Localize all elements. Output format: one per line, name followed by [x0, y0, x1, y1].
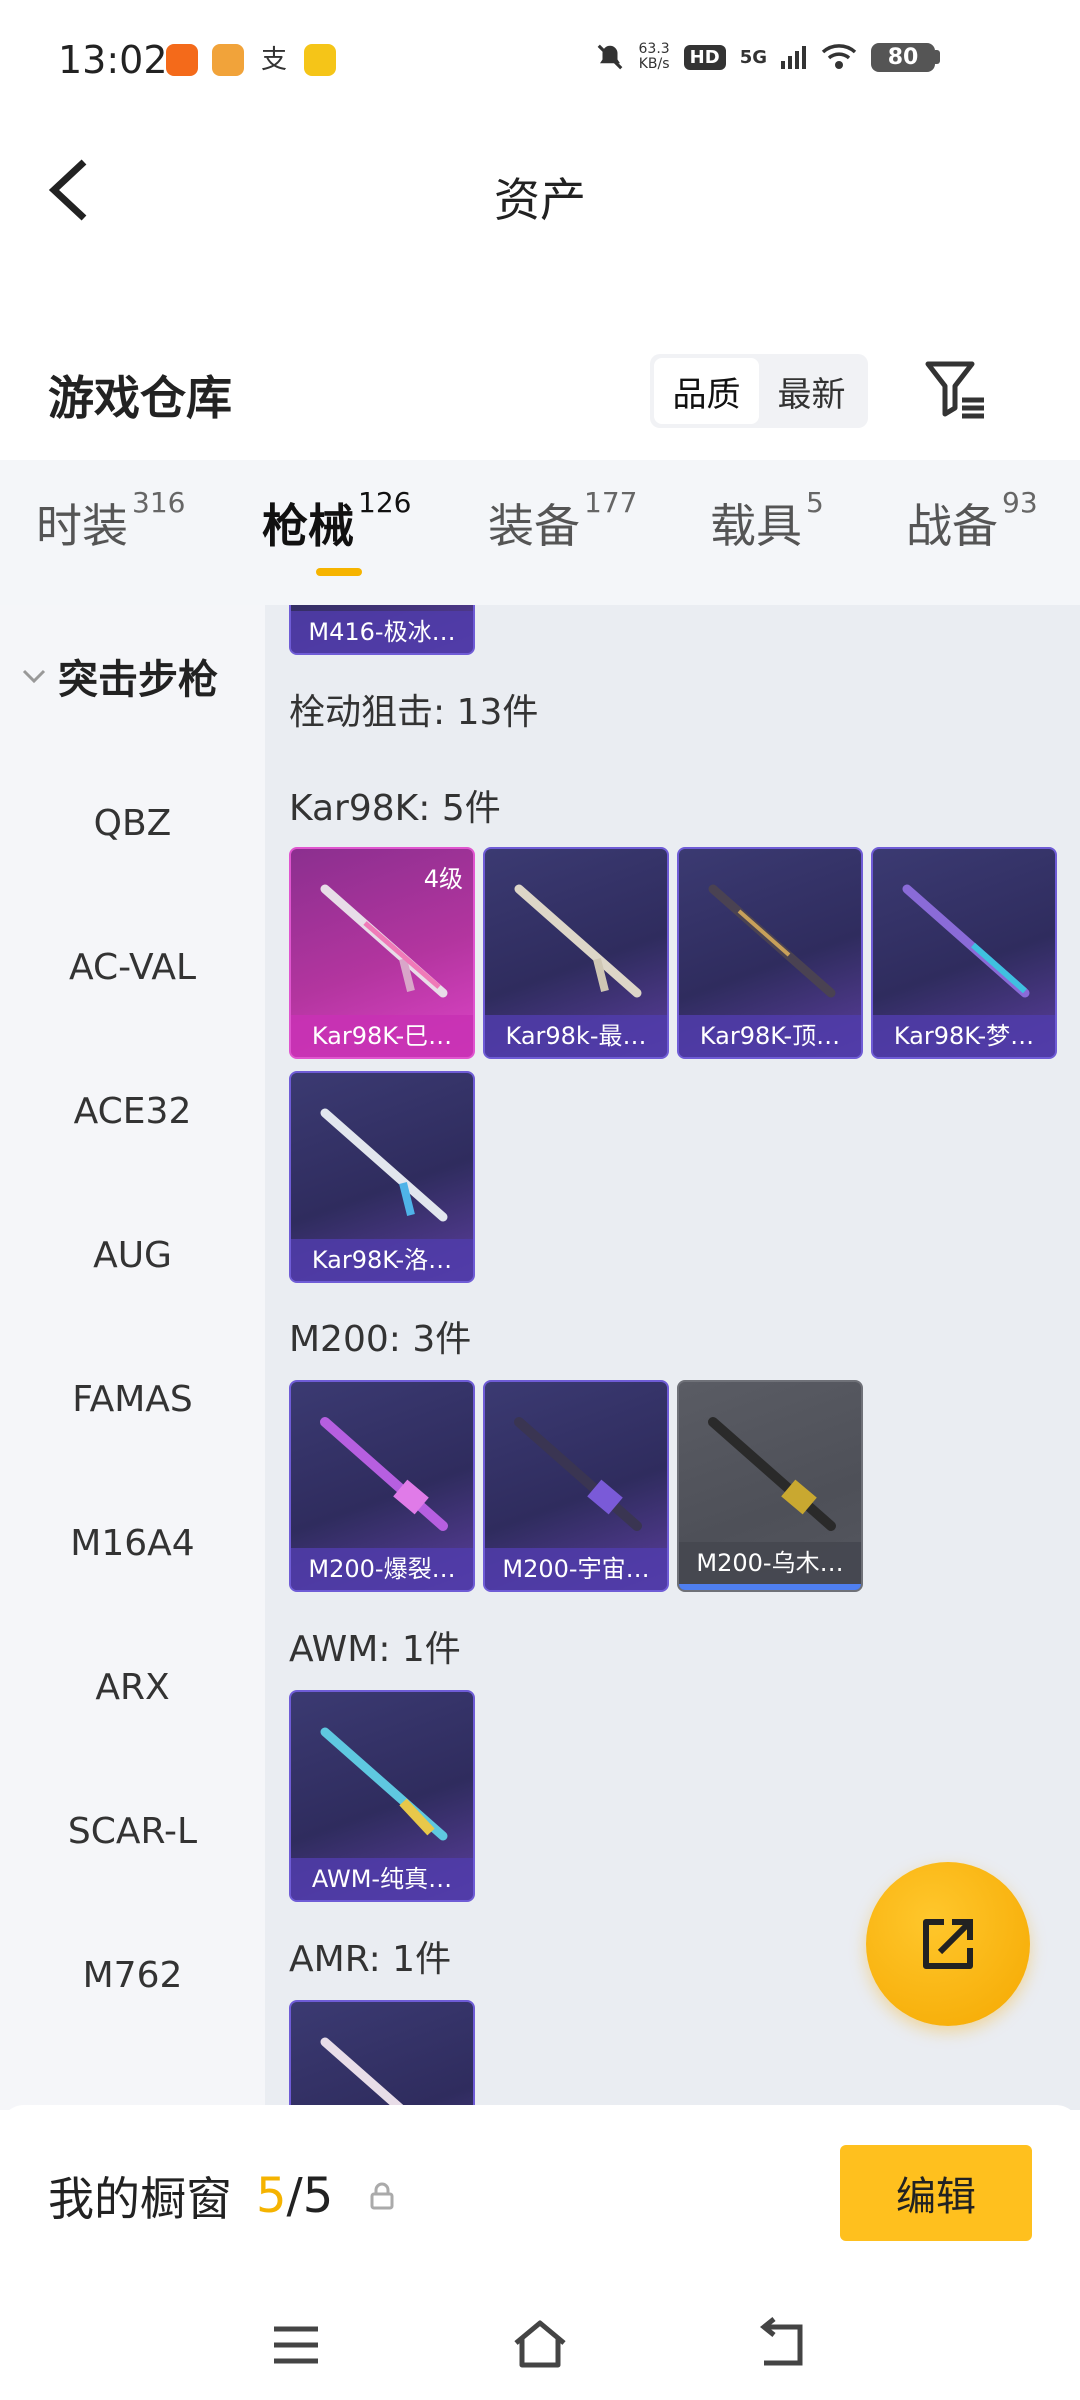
- menu-icon[interactable]: [266, 2315, 326, 2375]
- rifle-icon: [320, 1727, 448, 1841]
- sidebar-item-famas[interactable]: FAMAS: [0, 1379, 265, 1420]
- item-card-label: Kar98K-顶…: [679, 1015, 861, 1057]
- item-card-label: Kar98K-洛…: [291, 1239, 473, 1281]
- item-card[interactable]: M416-极冰…: [289, 605, 475, 655]
- item-card-label: M200-乌木…: [679, 1542, 861, 1584]
- chevron-down-icon: [22, 669, 46, 684]
- rifle-icon: [902, 884, 1030, 998]
- section-title: 栓动狙击: 13件: [289, 692, 539, 733]
- item-card-label: AWM-纯真…: [291, 1858, 473, 1900]
- status-bar: 13:02 支 63.3 KB/s HD 5G 80: [0, 0, 1080, 120]
- rifle-icon: [320, 2037, 409, 2110]
- battery-indicator: 80: [871, 42, 940, 72]
- share-fab-button[interactable]: [866, 1862, 1030, 2026]
- signal-icon: [781, 46, 806, 69]
- app-root: 13:02 支 63.3 KB/s HD 5G 80 资产 游戏仓库 品质 最新…: [0, 0, 1080, 2400]
- home-icon[interactable]: [510, 2315, 570, 2375]
- sort-quality-option[interactable]: 品质: [654, 358, 759, 424]
- item-card[interactable]: M200-宇宙…: [483, 1380, 669, 1592]
- mute-icon: [597, 44, 622, 70]
- sidebar-category-assault-rifle[interactable]: 突击步枪: [20, 647, 218, 705]
- sort-newest-option[interactable]: 最新: [759, 358, 864, 424]
- alipay-icon: 支: [258, 44, 290, 76]
- rifle-icon: [708, 884, 836, 998]
- header: 资产: [0, 120, 1080, 260]
- item-card[interactable]: Kar98k-最…: [483, 847, 669, 1059]
- item-card[interactable]: M200-乌木…: [677, 1380, 863, 1592]
- edit-button[interactable]: 编辑: [840, 2145, 1032, 2241]
- tab-weapons[interactable]: 枪械 126: [262, 486, 411, 556]
- weibo-icon: [166, 44, 198, 76]
- item-level-badge: 4级: [423, 865, 463, 893]
- rifle-icon: [320, 1417, 448, 1531]
- item-card-label: Kar98k-最…: [485, 1015, 667, 1057]
- group-label-amr: AMR: 1件: [289, 1939, 452, 1980]
- sidebar: 突击步枪 QBZ AC-VAL ACE32 AUG FAMAS M16A4 AR…: [0, 605, 265, 2110]
- showcase-summary: 我的橱窗 5/5: [48, 2163, 397, 2229]
- rifle-icon: [514, 884, 642, 998]
- system-nav-bar: [0, 2295, 1080, 2395]
- lock-icon: [370, 2182, 394, 2210]
- back-nav-icon[interactable]: [752, 2315, 812, 2375]
- sidebar-item-aug[interactable]: AUG: [0, 1235, 265, 1276]
- item-card-label: Kar98K-梦…: [873, 1015, 1055, 1057]
- rifle-icon: [514, 1417, 642, 1531]
- net-speed: 63.3 KB/s: [638, 41, 670, 72]
- tab-supplies[interactable]: 战备 93: [906, 486, 1038, 556]
- rifle-icon: [320, 1108, 448, 1222]
- group-label-kar98k: Kar98K: 5件: [289, 788, 501, 829]
- network-5g: 5G: [739, 46, 767, 68]
- tab-fashion[interactable]: 时装 316: [36, 486, 185, 556]
- item-card-label: M200-宇宙…: [485, 1548, 667, 1590]
- item-card[interactable]: M200-爆裂…: [289, 1380, 475, 1592]
- sidebar-item-qbz[interactable]: QBZ: [0, 803, 265, 844]
- item-card[interactable]: AWM-纯真…: [289, 1690, 475, 1902]
- status-app-icons: 支: [166, 44, 336, 76]
- share-icon: [923, 1919, 973, 1969]
- warehouse-row: 游戏仓库 品质 最新: [0, 330, 1080, 450]
- sidebar-item-arx[interactable]: ARX: [0, 1667, 265, 1708]
- item-card[interactable]: Kar98K-梦…: [871, 847, 1057, 1059]
- page-title: 资产: [494, 173, 586, 227]
- game-app-icon: [304, 44, 336, 76]
- sort-toggle: 品质 最新: [650, 354, 868, 428]
- camera-app-icon: [212, 44, 244, 76]
- item-card[interactable]: 4级 Kar98K-巳…: [289, 847, 475, 1059]
- item-card-label: Kar98K-巳…: [291, 1015, 473, 1057]
- sidebar-item-ace32[interactable]: ACE32: [0, 1091, 265, 1132]
- tab-vehicles[interactable]: 载具 5: [710, 486, 824, 556]
- item-card[interactable]: Kar98K-洛…: [289, 1071, 475, 1283]
- tab-active-indicator: [316, 568, 362, 576]
- group-label-m200: M200: 3件: [289, 1319, 472, 1360]
- warehouse-title: 游戏仓库: [48, 371, 232, 425]
- item-card-label: M200-爆裂…: [291, 1548, 473, 1590]
- status-right-icons: 63.3 KB/s HD 5G 80: [595, 41, 940, 72]
- bottom-panel: 我的橱窗 5/5 编辑: [0, 2105, 1080, 2400]
- showcase-count: 5/5: [256, 2168, 334, 2224]
- item-card-label: M416-极冰…: [291, 611, 473, 653]
- category-tabs: 时装 316 枪械 126 装备 177 载具 5 战备 93: [0, 460, 1080, 605]
- rifle-icon: [708, 1417, 836, 1531]
- hd-badge: HD: [683, 44, 726, 70]
- sidebar-item-m16a4[interactable]: M16A4: [0, 1523, 265, 1564]
- item-card[interactable]: [289, 2000, 475, 2110]
- status-time: 13:02: [58, 38, 168, 82]
- tab-equipment[interactable]: 装备 177: [488, 486, 637, 556]
- wifi-icon: [821, 44, 857, 69]
- showcase-label: 我的橱窗: [48, 2172, 232, 2226]
- item-card[interactable]: Kar98K-顶…: [677, 847, 863, 1059]
- sidebar-item-scar-l[interactable]: SCAR-L: [0, 1811, 265, 1852]
- sidebar-item-m762[interactable]: M762: [0, 1955, 265, 1996]
- group-label-awm: AWM: 1件: [289, 1629, 461, 1670]
- battery-level: 80: [871, 42, 935, 72]
- filter-icon[interactable]: [922, 356, 988, 422]
- sidebar-item-ac-val[interactable]: AC-VAL: [0, 947, 265, 988]
